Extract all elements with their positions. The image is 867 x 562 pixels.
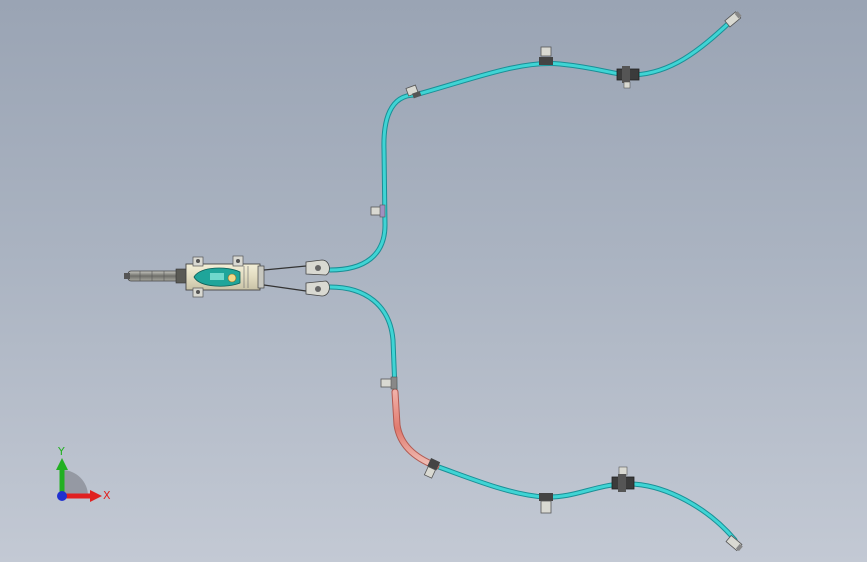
cad-viewport[interactable]: Y X	[0, 0, 867, 562]
upper-hose[interactable]	[327, 19, 733, 273]
brake-line[interactable]	[263, 265, 307, 292]
coordinate-triad-icon: Y X	[56, 445, 111, 502]
protective-sleeve[interactable]	[391, 388, 440, 470]
y-axis-label: Y	[57, 445, 65, 458]
hose-fitting[interactable]	[616, 66, 640, 89]
lower-hose[interactable]	[327, 284, 738, 543]
model-graphics-area[interactable]: Y X	[0, 0, 867, 562]
banjo-fitting-lower[interactable]	[305, 280, 330, 297]
hose-clip[interactable]	[539, 46, 553, 65]
x-axis-label: X	[103, 489, 111, 502]
banjo-fitting-upper[interactable]	[305, 259, 330, 276]
hose-clip[interactable]	[380, 376, 398, 390]
master-cylinder[interactable]	[124, 255, 265, 298]
hose-clip[interactable]	[539, 493, 553, 514]
hose-end-fitting[interactable]	[724, 11, 742, 28]
hose-fitting[interactable]	[611, 466, 635, 492]
hose-clip[interactable]	[370, 204, 386, 218]
